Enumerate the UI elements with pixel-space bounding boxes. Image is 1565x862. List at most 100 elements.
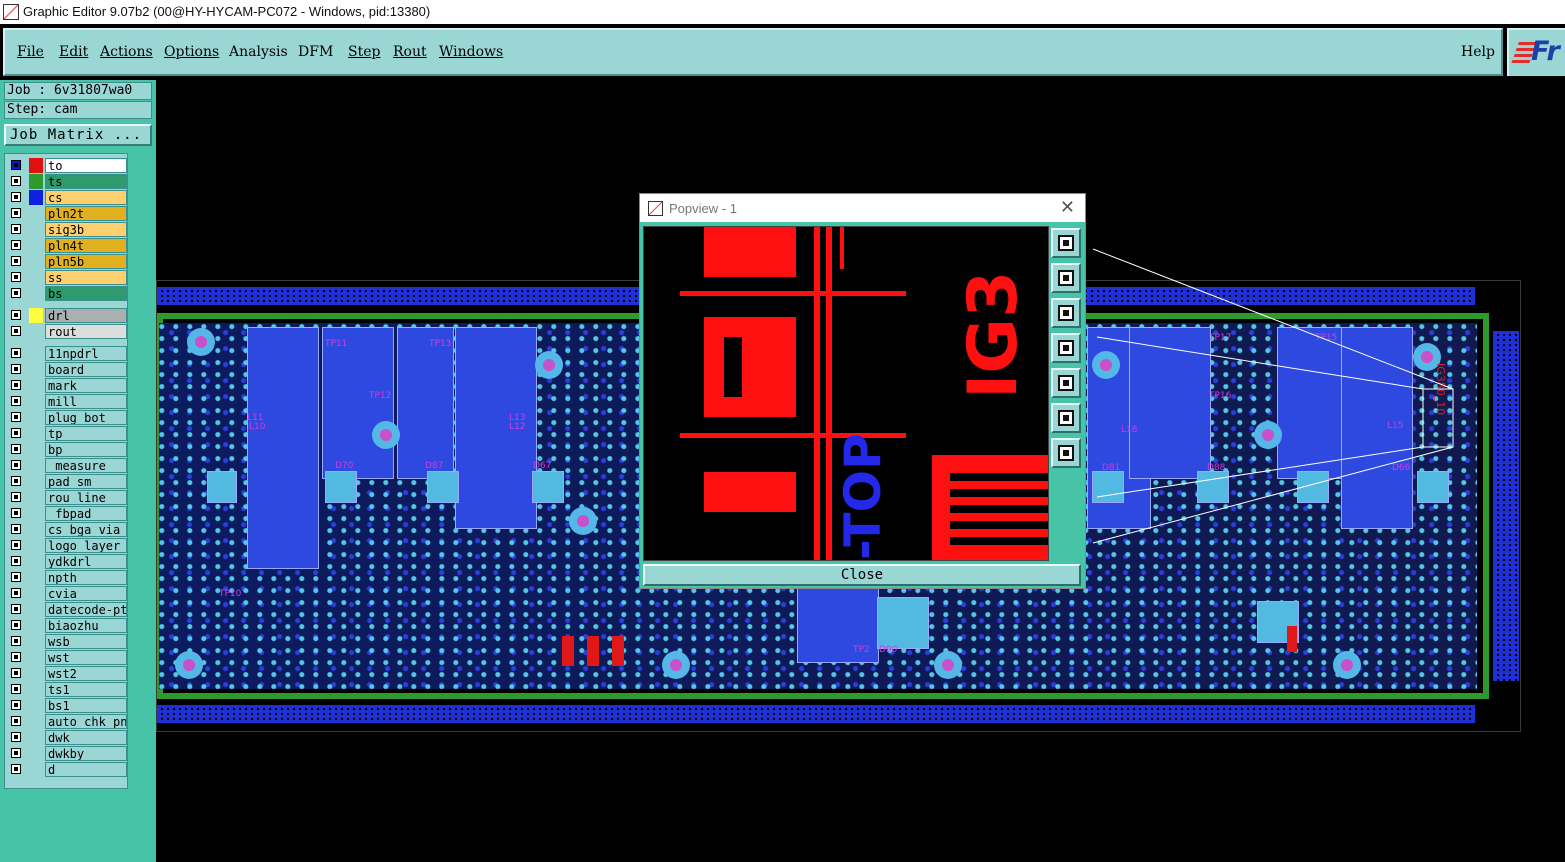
layer-color-swatch[interactable] bbox=[29, 538, 43, 553]
layer-color-swatch[interactable] bbox=[29, 762, 43, 777]
layer-row[interactable]: mark bbox=[9, 378, 129, 393]
layer-color-swatch[interactable] bbox=[29, 458, 43, 473]
layer-row[interactable]: npth bbox=[9, 570, 129, 585]
layer-name[interactable]: ts bbox=[45, 174, 127, 189]
layer-row[interactable]: wst bbox=[9, 650, 129, 665]
layer-row[interactable]: dwk bbox=[9, 730, 129, 745]
layer-checkbox[interactable] bbox=[11, 396, 21, 406]
menu-edit[interactable]: Edit bbox=[59, 44, 88, 60]
menu-step[interactable]: Step bbox=[348, 44, 380, 60]
layer-color-swatch[interactable] bbox=[29, 522, 43, 537]
layer-color-swatch[interactable] bbox=[29, 746, 43, 761]
layer-row[interactable]: sig3b bbox=[9, 222, 129, 237]
layer-name[interactable]: ss bbox=[45, 270, 127, 285]
layer-color-swatch[interactable] bbox=[29, 270, 43, 285]
layer-color-swatch[interactable] bbox=[29, 158, 43, 173]
layer-name[interactable]: bs bbox=[45, 286, 127, 301]
layer-name[interactable]: tp bbox=[45, 426, 127, 441]
layer-checkbox[interactable] bbox=[11, 588, 21, 598]
layer-color-swatch[interactable] bbox=[29, 490, 43, 505]
layer-row[interactable]: pln5b bbox=[9, 254, 129, 269]
layer-color-swatch[interactable] bbox=[29, 682, 43, 697]
layer-checkbox[interactable] bbox=[11, 652, 21, 662]
layer-name[interactable]: datecode-ptc bbox=[45, 602, 127, 617]
layer-checkbox[interactable] bbox=[11, 748, 21, 758]
layer-color-swatch[interactable] bbox=[29, 570, 43, 585]
layer-row[interactable]: wsb bbox=[9, 634, 129, 649]
layer-checkbox[interactable] bbox=[11, 604, 21, 614]
layer-color-swatch[interactable] bbox=[29, 174, 43, 189]
layer-color-swatch[interactable] bbox=[29, 394, 43, 409]
layer-checkbox[interactable] bbox=[11, 310, 21, 320]
layer-row[interactable]: mill bbox=[9, 394, 129, 409]
layer-name[interactable]: rou_line bbox=[45, 490, 127, 505]
layer-name[interactable]: pln2t bbox=[45, 206, 127, 221]
layer-checkbox[interactable] bbox=[11, 160, 21, 170]
layer-checkbox[interactable] bbox=[11, 540, 21, 550]
layer-name[interactable]: wst2 bbox=[45, 666, 127, 681]
layer-name[interactable]: mill bbox=[45, 394, 127, 409]
layer-color-swatch[interactable] bbox=[29, 254, 43, 269]
layer-color-swatch[interactable] bbox=[29, 378, 43, 393]
layer-checkbox[interactable] bbox=[11, 764, 21, 774]
layer-row[interactable]: tp bbox=[9, 426, 129, 441]
layer-checkbox[interactable] bbox=[11, 380, 21, 390]
layer-color-swatch[interactable] bbox=[29, 618, 43, 633]
layer-row[interactable]: auto_chk_pnl bbox=[9, 714, 129, 729]
layer-row[interactable]: ss bbox=[9, 270, 129, 285]
layer-row[interactable]: logo_layer_t bbox=[9, 538, 129, 553]
layer-color-swatch[interactable] bbox=[29, 506, 43, 521]
layer-checkbox[interactable] bbox=[11, 732, 21, 742]
layer-row[interactable]: dwkby bbox=[9, 746, 129, 761]
layer-checkbox[interactable] bbox=[11, 348, 21, 358]
layer-row[interactable]: bs1 bbox=[9, 698, 129, 713]
layer-name[interactable]: pln4t bbox=[45, 238, 127, 253]
layer-color-swatch[interactable] bbox=[29, 634, 43, 649]
layer-color-swatch[interactable] bbox=[29, 426, 43, 441]
pan-down-icon[interactable] bbox=[1051, 298, 1081, 328]
layer-name[interactable]: logo_layer_t bbox=[45, 538, 127, 553]
layer-color-swatch[interactable] bbox=[29, 362, 43, 377]
layer-checkbox[interactable] bbox=[11, 460, 21, 470]
layer-checkbox[interactable] bbox=[11, 176, 21, 186]
layer-name[interactable]: wst bbox=[45, 650, 127, 665]
layer-name[interactable]: dwk bbox=[45, 730, 127, 745]
layer-checkbox[interactable] bbox=[11, 326, 21, 336]
layer-checkbox[interactable] bbox=[11, 556, 21, 566]
layer-color-swatch[interactable] bbox=[29, 586, 43, 601]
layer-color-swatch[interactable] bbox=[29, 666, 43, 681]
layer-row[interactable]: board bbox=[9, 362, 129, 377]
layer-checkbox[interactable] bbox=[11, 476, 21, 486]
layer-name[interactable]: cs_bga_via bbox=[45, 522, 127, 537]
zoom-fit-icon[interactable] bbox=[1051, 403, 1081, 433]
layer-name[interactable]: cvia bbox=[45, 586, 127, 601]
layer-checkbox[interactable] bbox=[11, 272, 21, 282]
layer-color-swatch[interactable] bbox=[29, 554, 43, 569]
job-matrix-button[interactable]: Job Matrix ... bbox=[4, 124, 152, 146]
menu-help[interactable]: Help bbox=[1461, 44, 1495, 60]
layer-checkbox[interactable] bbox=[11, 716, 21, 726]
layer-row[interactable]: 11npdrl bbox=[9, 346, 129, 361]
menu-dfm[interactable]: DFM bbox=[298, 44, 333, 60]
layer-list-scroll-strip[interactable] bbox=[130, 153, 152, 789]
layer-row[interactable]: bp bbox=[9, 442, 129, 457]
layer-name[interactable]: plug_bot bbox=[45, 410, 127, 425]
layer-name[interactable]: to bbox=[45, 158, 127, 173]
layer-row[interactable]: ts1 bbox=[9, 682, 129, 697]
layer-name[interactable]: 11npdrl bbox=[45, 346, 127, 361]
layer-checkbox[interactable] bbox=[11, 208, 21, 218]
layer-checkbox[interactable] bbox=[11, 572, 21, 582]
layer-name[interactable]: dwkby bbox=[45, 746, 127, 761]
layer-name[interactable]: biaozhu bbox=[45, 618, 127, 633]
layer-row[interactable]: to bbox=[9, 158, 129, 173]
layer-name[interactable]: drl bbox=[45, 308, 127, 323]
menu-rout[interactable]: Rout bbox=[393, 44, 427, 60]
layer-name[interactable]: pad_sm bbox=[45, 474, 127, 489]
layer-checkbox[interactable] bbox=[11, 444, 21, 454]
layer-color-swatch[interactable] bbox=[29, 474, 43, 489]
layer-row[interactable]: d bbox=[9, 762, 129, 777]
layer-checkbox[interactable] bbox=[11, 524, 21, 534]
layer-row[interactable]: rout bbox=[9, 324, 129, 339]
layer-checkbox[interactable] bbox=[11, 620, 21, 630]
layer-checkbox[interactable] bbox=[11, 364, 21, 374]
